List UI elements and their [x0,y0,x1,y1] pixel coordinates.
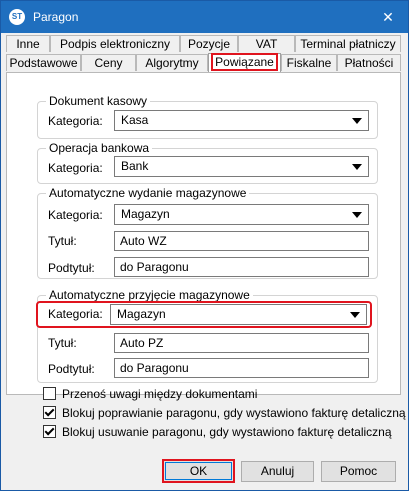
tab-label: Algorytmy [145,56,199,70]
chevron-down-icon [352,118,362,124]
tab-inne[interactable]: Inne [6,35,50,52]
help-button[interactable]: Pomoc [321,461,396,482]
tab-label: Powiązane [211,53,278,71]
tab-powiazane[interactable]: Powiązane [208,53,281,72]
cancel-button[interactable]: Anuluj [241,461,314,482]
tab-podstawowe[interactable]: Podstawowe [6,54,81,71]
kategoria-label: Kategoria: [48,307,103,321]
group-przyjecie-magazynowe: Automatyczne przyjęcie magazynowe Katego… [36,288,378,383]
tab-label: Fiskalne [286,56,332,70]
tab-platnosci[interactable]: Płatności [337,54,401,71]
group-title: Dokument kasowy [46,94,151,108]
tab-pozycje[interactable]: Pozycje [180,35,238,52]
tab-label: VAT [255,37,278,51]
checkbox-label: Blokuj poprawianie paragonu, gdy wystawi… [62,406,406,420]
tab-label: Podpis elektroniczny [59,37,171,51]
group-title: Operacja bankowa [46,141,153,155]
checkbox-box [43,406,56,419]
checkbox-label: Blokuj usuwanie paragonu, gdy wystawiono… [62,425,392,439]
przyjecie-tytul-input[interactable]: Auto PZ [114,333,369,353]
select-value: Magazyn [117,307,166,321]
ok-button[interactable]: OK [162,459,235,483]
tab-podpis-elektroniczny[interactable]: Podpis elektroniczny [50,35,180,52]
wydanie-podtytul-input[interactable]: do Paragonu [114,257,369,277]
przyjecie-kategoria-select[interactable]: Magazyn [110,304,367,325]
wydanie-tytul-input[interactable]: Auto WZ [114,231,369,251]
checkmark-icon [44,425,55,436]
kategoria-label: Kategoria: [48,208,103,222]
dialog-window: ST Paragon ✕ Inne Podpis elektroniczny P… [0,0,409,491]
tab-panel-powiazane: Dokument kasowy Kategoria: Kasa Operacja… [6,72,401,395]
title-bar[interactable]: ST Paragon ✕ [1,1,408,33]
group-wydanie-magazynowe: Automatyczne wydanie magazynowe Kategori… [37,186,378,279]
tab-label: Pozycje [187,37,231,51]
checkbox-label: Przenoś uwagi między dokumentami [62,387,258,401]
group-operacja-bankowa: Operacja bankowa Kategoria: Bank [37,141,378,184]
checkbox-przenos-uwagi[interactable]: Przenoś uwagi między dokumentami [43,387,257,401]
wydanie-kategoria-select[interactable]: Magazyn [114,204,369,225]
podtytul-label: Podtytuł: [48,362,95,376]
checkbox-blokuj-usuwanie[interactable]: Blokuj usuwanie paragonu, gdy wystawiono… [43,425,392,439]
checkbox-box [43,387,56,400]
checkbox-blokuj-poprawianie[interactable]: Blokuj poprawianie paragonu, gdy wystawi… [43,406,406,420]
group-title: Automatyczne przyjęcie magazynowe [46,288,253,302]
select-value: Kasa [121,113,149,127]
podtytul-label: Podtytuł: [48,261,95,275]
tytul-label: Tytuł: [48,336,77,350]
close-icon[interactable]: ✕ [378,7,398,27]
tab-label: Inne [16,37,40,51]
tab-fiskalne[interactable]: Fiskalne [281,54,337,71]
select-value: Bank [121,159,149,173]
tab-terminal-platniczy[interactable]: Terminal płatniczy [295,35,401,52]
tab-label: Podstawowe [9,56,78,70]
tytul-label: Tytuł: [48,234,77,248]
chevron-down-icon [350,312,360,318]
chevron-down-icon [352,164,362,170]
app-icon: ST [9,9,25,25]
tab-label: Płatności [344,56,394,70]
tab-vat[interactable]: VAT [238,35,295,52]
tab-ceny[interactable]: Ceny [81,54,136,71]
kasa-kategoria-select[interactable]: Kasa [114,110,369,131]
group-title: Automatyczne wydanie magazynowe [46,186,250,200]
tab-label: Terminal płatniczy [300,37,396,51]
window-title: Paragon [33,10,79,24]
kategoria-label: Kategoria: [48,114,103,128]
tab-algorytmy[interactable]: Algorytmy [136,54,208,71]
checkbox-box [43,425,56,438]
przyjecie-podtytul-input[interactable]: do Paragonu [114,358,369,378]
tab-label: Ceny [94,56,123,70]
select-value: Magazyn [121,207,170,221]
group-dokument-kasowy: Dokument kasowy Kategoria: Kasa [37,94,378,139]
kategoria-label: Kategoria: [48,161,103,175]
checkmark-icon [44,406,55,417]
bank-kategoria-select[interactable]: Bank [114,156,369,177]
chevron-down-icon [352,212,362,218]
